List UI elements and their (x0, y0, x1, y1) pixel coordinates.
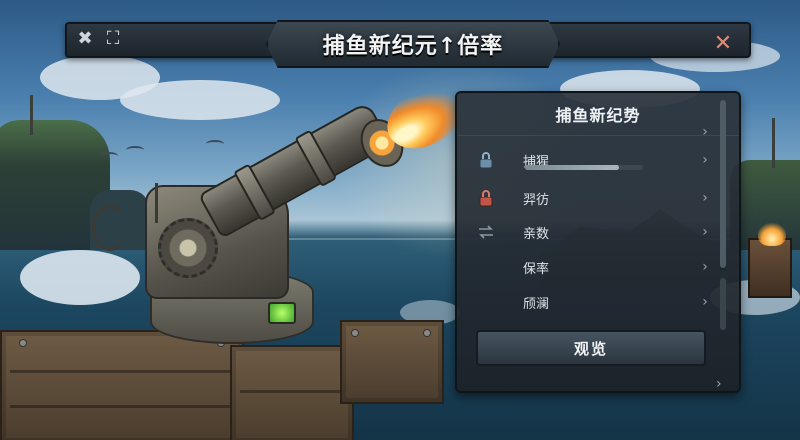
row-icon-placeholder (475, 121, 497, 143)
cannon-antenna (155, 183, 158, 223)
title-plate: 捕鱼新纪元↑倍率 (266, 20, 560, 68)
fullscreen-icon[interactable]: ⛶ (101, 26, 125, 50)
wooden-crate (0, 330, 244, 440)
scrollbar-lower-thumb[interactable] (720, 278, 726, 330)
close-icon: ✕ (713, 30, 733, 56)
barrel-ring (294, 129, 338, 188)
cloud (120, 80, 280, 120)
row-label: 颀澜 (523, 296, 550, 312)
rivet (424, 330, 430, 336)
barrel-ring (233, 163, 277, 222)
cannon-gear (158, 218, 218, 278)
menu-row-parameters[interactable]: 亲数 › (457, 215, 719, 249)
slider-fill (525, 165, 620, 170)
chevron-right-icon: › (702, 152, 708, 168)
close-button[interactable]: ✕ (710, 30, 736, 56)
cannon-indicator-light (268, 302, 296, 324)
cable-coil (92, 205, 128, 251)
menu-row-rate[interactable]: 保率 › (457, 250, 719, 284)
menu-row-capture[interactable]: 捕猩 › (457, 143, 719, 177)
rivet (352, 330, 358, 336)
scrollbar-thumb[interactable] (720, 100, 726, 268)
rivet (20, 340, 26, 346)
chevron-right-icon: › (702, 224, 708, 240)
chevron-right-icon: › (702, 190, 708, 206)
menu-row-waves[interactable]: 颀澜 › (457, 285, 719, 319)
page-title: 捕鱼新纪元↑倍率 (322, 34, 504, 59)
lock-red-icon (475, 187, 497, 209)
row-label: 保率 (523, 261, 550, 277)
right-mast (772, 118, 775, 168)
row-label: 亲数 (523, 226, 550, 242)
crate-plank (10, 405, 230, 408)
row-label: 羿彷 (523, 192, 550, 208)
row-icon-placeholder (475, 256, 497, 278)
chevron-right-icon: › (702, 259, 708, 275)
left-mast (30, 95, 33, 135)
brazier-fire (758, 222, 786, 246)
crate-plank (240, 390, 340, 393)
view-button-label: 观览 (573, 339, 608, 358)
chevron-right-icon: › (702, 294, 708, 310)
menu-row-defense[interactable]: 羿彷 › (457, 181, 719, 215)
chevron-right-icon: › (702, 124, 708, 140)
crate-plank (10, 370, 230, 373)
swap-icon (475, 221, 497, 243)
view-button[interactable]: 观览 (476, 330, 706, 366)
bird-icon (126, 146, 144, 154)
lock-icon (475, 149, 497, 171)
tools-icon[interactable]: ✖ (73, 26, 97, 50)
wave-splash (20, 250, 140, 305)
panel-scrollbar[interactable] (720, 100, 726, 270)
bird-icon (206, 140, 224, 148)
brazier (748, 238, 792, 298)
row-icon-placeholder (475, 291, 497, 313)
chevron-right-icon[interactable]: › (716, 376, 722, 392)
bird-icon (100, 152, 118, 160)
capture-slider[interactable] (525, 165, 643, 170)
